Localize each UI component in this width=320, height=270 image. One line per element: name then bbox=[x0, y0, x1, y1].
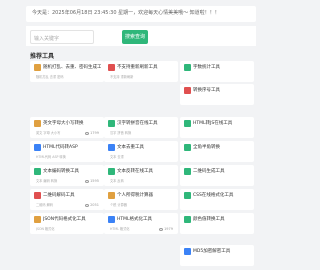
text-icon bbox=[34, 120, 41, 127]
color-icon bbox=[184, 216, 191, 223]
code-icon bbox=[184, 120, 191, 127]
eye-icon bbox=[159, 227, 164, 231]
html-icon bbox=[108, 216, 115, 223]
tool-tags: JSON 格式化 bbox=[36, 227, 55, 231]
view-count: 1595 bbox=[85, 179, 99, 183]
section-title: 推荐工具 bbox=[30, 53, 55, 60]
tool-title[interactable]: HTML格式化工具 bbox=[117, 216, 175, 223]
tool-title[interactable]: 转换序号工具 bbox=[193, 87, 251, 94]
tool-tags: 个税 计算器 bbox=[110, 203, 127, 207]
view-count: 2051 bbox=[85, 203, 99, 207]
notice-bar: 今天是：2025年06月18日 23:45:30 星期一，欢迎每天心情美美哦～ … bbox=[26, 6, 256, 22]
tool-card[interactable]: 文本反转在线工具文本 反转 bbox=[104, 165, 178, 186]
tool-title[interactable]: MD5加密解密工具 bbox=[193, 248, 251, 255]
tool-card[interactable]: 字数统计工具 bbox=[180, 61, 254, 82]
tool-title[interactable]: 文本编码转换工具 bbox=[43, 168, 101, 175]
encode-icon bbox=[34, 168, 41, 175]
tool-title[interactable]: 不支持重新刷新工具 bbox=[117, 64, 175, 71]
tool-card[interactable]: MD5加密解密工具 bbox=[180, 245, 254, 266]
tool-tags: 文本 反转 bbox=[110, 179, 124, 183]
eye-icon bbox=[85, 179, 90, 183]
eye-icon bbox=[85, 203, 90, 207]
tool-card[interactable]: 二维码生成工具 bbox=[180, 165, 254, 186]
tool-tags: 随机打乱 去重 密码 bbox=[36, 75, 64, 79]
tool-title[interactable]: 个人所得税计算器 bbox=[117, 192, 175, 199]
asp-icon bbox=[34, 144, 41, 151]
tool-card[interactable]: HTML代码转ASP HTML代码 ASP 转换 bbox=[30, 141, 104, 162]
tool-tags: HTML 格式化 bbox=[110, 227, 130, 231]
view-count-value: 1979 bbox=[164, 227, 173, 231]
tool-title[interactable]: CSS在线格式化工具 bbox=[193, 192, 251, 199]
tool-tags: HTML代码 ASP 转换 bbox=[36, 155, 66, 159]
tool-title[interactable]: HTML代码转ASP bbox=[43, 144, 101, 151]
dedupe-icon bbox=[108, 144, 115, 151]
tool-tags: 英文 字母 大小写 bbox=[36, 131, 61, 135]
tool-title[interactable]: HTML转JS在线工具 bbox=[193, 120, 251, 127]
tool-title[interactable]: 文本去重工具 bbox=[117, 144, 175, 151]
view-count-value: 1799 bbox=[90, 131, 99, 135]
reverse-icon bbox=[108, 168, 115, 175]
view-count: 1979 bbox=[159, 227, 173, 231]
tool-title[interactable]: 文本反转在线工具 bbox=[117, 168, 175, 175]
tool-card[interactable]: CSS在线格式化工具 bbox=[180, 189, 254, 210]
search-button[interactable]: 搜索查询 bbox=[122, 30, 148, 44]
tool-card[interactable]: JSON代码格式化工具 JSON 格式化 bbox=[30, 213, 104, 234]
tool-card[interactable]: HTML格式化工具 HTML 格式化 1979 bbox=[104, 213, 178, 234]
tool-title[interactable]: JSON代码格式化工具 bbox=[43, 216, 101, 223]
lock-icon bbox=[34, 64, 41, 71]
tool-tags: 文本 编码 转换 bbox=[36, 179, 58, 183]
tool-title[interactable]: 二维码解码工具 bbox=[43, 192, 101, 199]
search-input[interactable]: 输入关键字 bbox=[30, 30, 94, 44]
tool-card[interactable]: 个人所得税计算器个税 计算器 bbox=[104, 189, 178, 210]
decode-icon bbox=[34, 192, 41, 199]
tool-title[interactable]: 随机打乱、去重、密码生成工具 bbox=[43, 64, 101, 71]
tool-card[interactable]: 随机打乱、去重、密码生成工具随机打乱 去重 密码 bbox=[30, 61, 104, 82]
tool-tags: 不支持 重新刷新 bbox=[110, 75, 134, 79]
tool-card[interactable]: 颜色值转换工具 bbox=[180, 213, 254, 234]
tool-title[interactable]: 英文字母大小写转换 bbox=[43, 120, 101, 127]
tool-title[interactable]: 二维码生成工具 bbox=[193, 168, 251, 175]
tool-card[interactable]: HTML转JS在线工具 bbox=[180, 117, 254, 138]
tool-card[interactable]: 不支持重新刷新工具不支持 重新刷新 bbox=[104, 61, 178, 82]
number-icon bbox=[184, 87, 191, 94]
css-icon bbox=[184, 192, 191, 199]
tool-tags: 汉字 拼音 转换 bbox=[110, 131, 132, 135]
view-count: 1799 bbox=[85, 131, 99, 135]
tool-card[interactable]: 英文字母大小写转换英文 字母 大小写 1799 bbox=[30, 117, 104, 138]
tool-card[interactable]: 汉字转拼音在线工具汉字 拼音 转换 bbox=[104, 117, 178, 138]
qrcode-icon bbox=[184, 168, 191, 175]
view-count-value: 2051 bbox=[90, 203, 99, 207]
view-count-value: 1595 bbox=[90, 179, 99, 183]
tool-title[interactable]: 字数统计工具 bbox=[193, 64, 251, 71]
search-row: 输入关键字 搜索查询 bbox=[26, 26, 256, 46]
tool-card[interactable]: 文本编码转换工具文本 编码 转换 1595 bbox=[30, 165, 104, 186]
tool-tags: 二维码 解码 bbox=[36, 203, 53, 207]
tool-card[interactable]: 二维码解码工具二维码 解码 2051 bbox=[30, 189, 104, 210]
tool-card[interactable]: 转换序号工具 bbox=[180, 84, 254, 105]
count-icon bbox=[184, 64, 191, 71]
refresh-icon bbox=[108, 64, 115, 71]
pinyin-icon bbox=[108, 120, 115, 127]
tool-title[interactable]: 全角半角转换 bbox=[193, 144, 251, 151]
json-icon bbox=[34, 216, 41, 223]
tax-icon bbox=[108, 192, 115, 199]
eye-icon bbox=[85, 131, 90, 135]
tool-title[interactable]: 颜色值转换工具 bbox=[193, 216, 251, 223]
tool-card[interactable]: 文本去重工具文本 去重 bbox=[104, 141, 178, 162]
width-icon bbox=[184, 144, 191, 151]
md5-icon bbox=[184, 248, 191, 255]
tool-tags: 文本 去重 bbox=[110, 155, 124, 159]
tool-title[interactable]: 汉字转拼音在线工具 bbox=[117, 120, 175, 127]
tool-card[interactable]: 全角半角转换 bbox=[180, 141, 254, 162]
